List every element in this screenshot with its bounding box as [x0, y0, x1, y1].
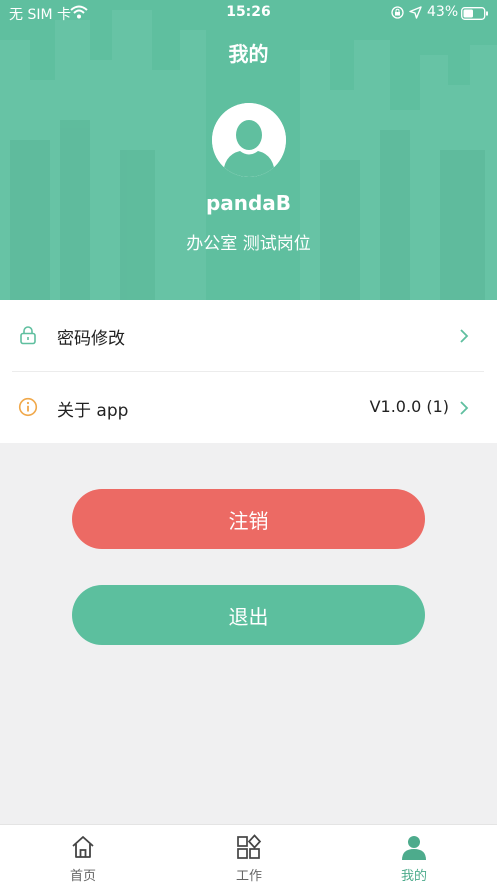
menu-item-label: 密码修改 — [57, 329, 125, 349]
tab-label: 首页 — [69, 869, 96, 883]
user-name: pandaB — [205, 191, 292, 215]
chevron-right-icon — [460, 401, 469, 415]
page-title: 我的 — [228, 42, 269, 66]
tab-bar: 首页 工作 我的 — [0, 824, 497, 883]
chevron-right-icon — [460, 329, 469, 343]
avatar[interactable] — [212, 103, 286, 177]
cancel-account-button[interactable]: 注销 — [72, 489, 425, 549]
app-version: V1.0.0 (1) — [369, 397, 449, 416]
menu-item-about-app[interactable]: 关于 app V1.0.0 (1) — [0, 372, 497, 443]
person-icon — [402, 836, 426, 860]
settings-menu: 密码修改 关于 app V1.0.0 (1) — [0, 300, 497, 443]
profile-header: 无 SIM 卡 15:26 43% 我的 pandaB 办公室 测试岗位 — [0, 0, 497, 300]
user-department: 办公室 测试岗位 — [186, 234, 311, 254]
battery-percentage: 43% — [427, 4, 459, 20]
status-bar: 无 SIM 卡 15:26 43% — [0, 0, 497, 26]
menu-item-change-password[interactable]: 密码修改 — [0, 300, 497, 372]
user-avatar-icon — [212, 103, 286, 177]
location-arrow-icon — [409, 6, 422, 19]
tab-label: 工作 — [235, 869, 262, 883]
tab-mine[interactable]: 我的 — [331, 825, 497, 883]
info-icon — [18, 397, 38, 417]
status-time: 15:26 — [226, 4, 271, 20]
tab-label: 我的 — [400, 869, 427, 883]
lock-icon — [20, 326, 36, 345]
profile-screen: 无 SIM 卡 15:26 43% 我的 pandaB 办公室 测试岗位 密码修… — [0, 0, 497, 883]
menu-item-label: 关于 app — [57, 401, 129, 421]
tab-home[interactable]: 首页 — [0, 825, 166, 883]
logout-button[interactable]: 退出 — [72, 585, 425, 645]
battery-icon — [461, 7, 488, 20]
grid-icon — [237, 834, 262, 859]
rotation-lock-icon — [391, 6, 404, 19]
home-icon — [72, 836, 94, 858]
tab-work[interactable]: 工作 — [166, 825, 332, 883]
